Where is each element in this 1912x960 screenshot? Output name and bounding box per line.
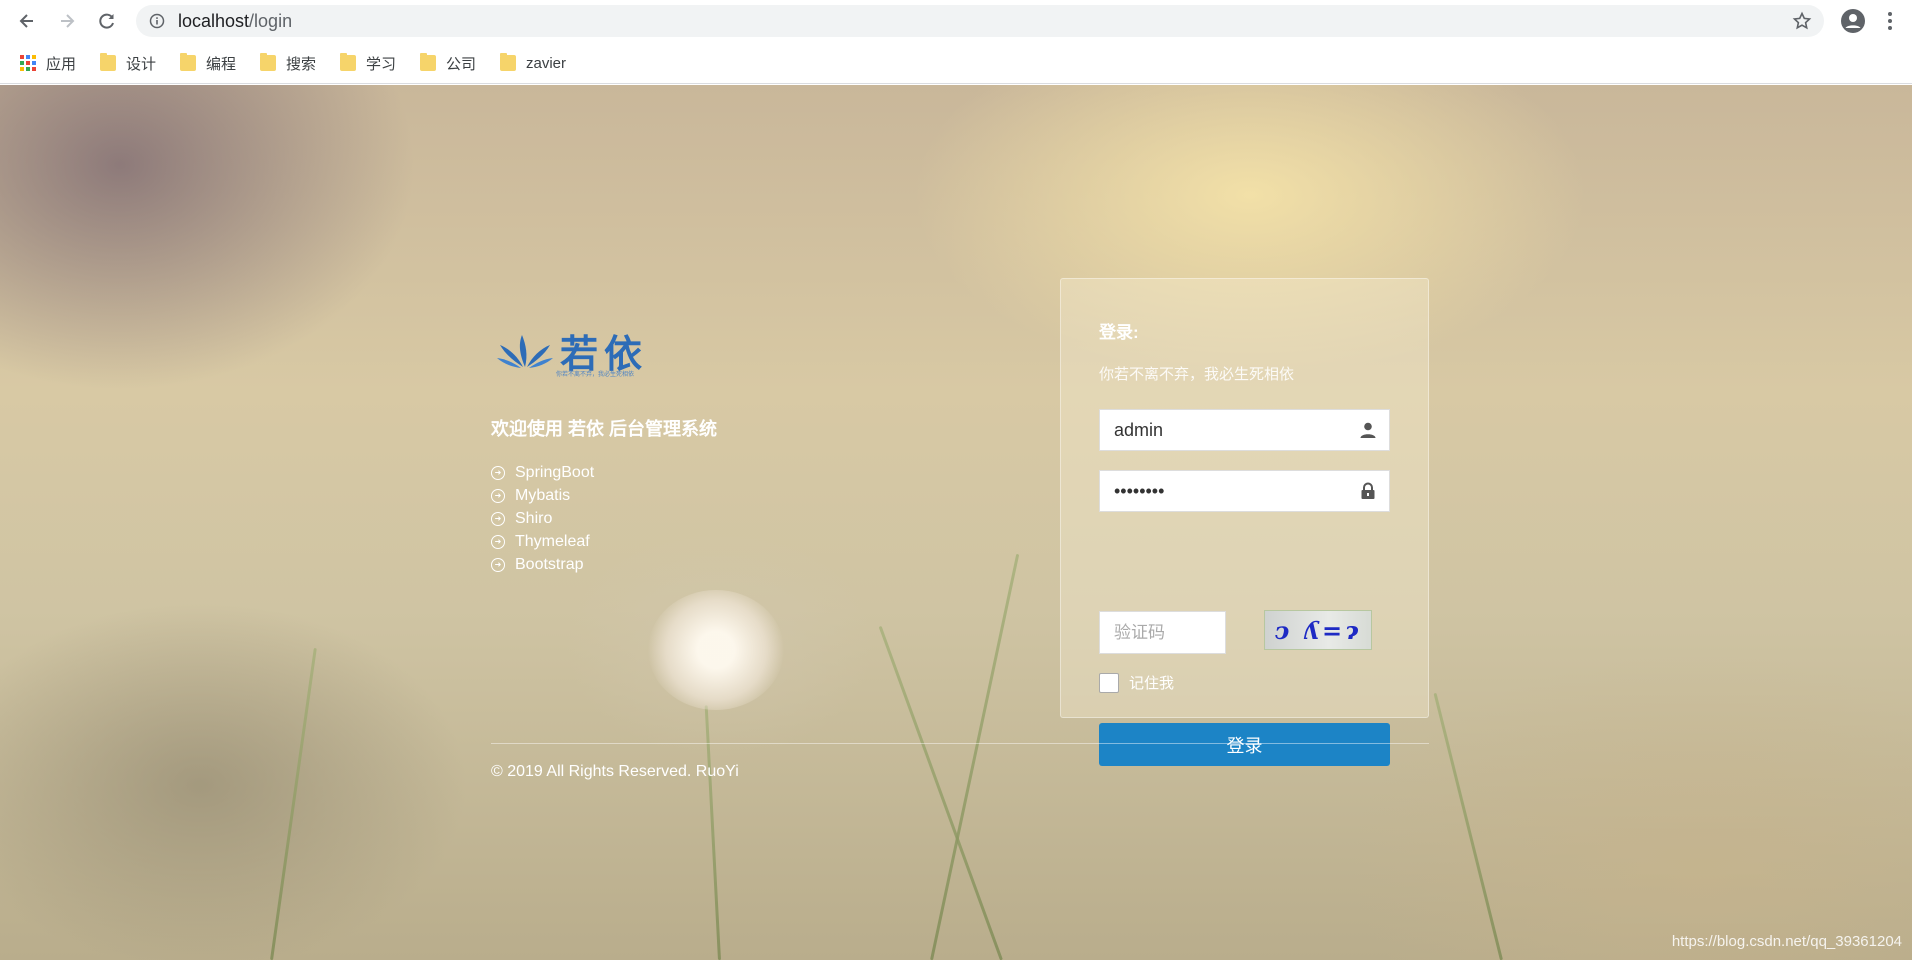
bookmark-folder-design[interactable]: 设计 (100, 53, 156, 73)
arrow-circle-icon: ➜ (491, 534, 505, 549)
lotus-logo-icon (497, 334, 553, 368)
welcome-heading: 欢迎使用 若依 后台管理系统 (491, 419, 718, 439)
bookmark-label: 编程 (206, 55, 237, 73)
username-field[interactable] (1100, 410, 1340, 450)
arrow-circle-icon: ➜ (491, 465, 505, 480)
list-item: ➜ Bootstrap (491, 553, 594, 576)
reload-icon[interactable] (94, 8, 120, 34)
bookmark-apps[interactable]: 应用 (20, 53, 76, 73)
forward-icon[interactable] (54, 8, 80, 34)
browser-toolbar: localhost/login (0, 0, 1912, 42)
captcha-input[interactable] (1100, 612, 1225, 653)
arrow-circle-icon: ➜ (491, 488, 505, 503)
login-page: 若依 你若不离不弃，我必生死相依 欢迎使用 若依 后台管理系统 ➜ SpringB… (0, 85, 1912, 960)
remember-label: 记住我 (1129, 675, 1175, 692)
footer-divider (491, 743, 1429, 744)
lock-icon (1361, 482, 1375, 499)
profile-icon[interactable] (1840, 8, 1866, 34)
list-item: ➜ Thymeleaf (491, 530, 594, 553)
bookmarks-bar: 应用 设计 编程 搜索 学习 公司 zavier (0, 42, 1912, 84)
password-field-wrapper (1099, 470, 1390, 512)
address-bar[interactable]: localhost/login (136, 5, 1824, 37)
remember-checkbox[interactable] (1099, 672, 1119, 693)
bookmark-label: 应用 (46, 55, 77, 73)
login-title: 登录: (1099, 323, 1139, 342)
login-button[interactable]: 登录 (1099, 723, 1390, 766)
folder-icon (500, 53, 516, 71)
bookmark-folder-study[interactable]: 学习 (340, 53, 396, 73)
user-icon (1360, 422, 1376, 438)
brand-tagline: 你若不离不弃，我必生死相依 (556, 372, 635, 378)
login-subtitle: 你若不离不弃，我必生死相依 (1099, 366, 1295, 383)
bookmark-star-icon[interactable] (1792, 11, 1812, 31)
bookmark-label: 公司 (446, 55, 477, 73)
bookmark-folder-company[interactable]: 公司 (420, 53, 476, 73)
folder-icon (180, 53, 196, 71)
copyright-text: © 2019 All Rights Reserved. RuoYi (491, 763, 739, 780)
folder-icon (340, 53, 356, 71)
login-panel: 登录: 你若不离不弃，我必生死相依 ↄ ʎ=ɂ 记住我 登录 (1060, 278, 1429, 766)
list-item: ➜ Mybatis (491, 484, 594, 507)
bookmark-folder-zavier[interactable]: zavier (500, 53, 566, 73)
captcha-image[interactable]: ↄ ʎ=ɂ (1264, 610, 1372, 650)
bookmark-label: 设计 (126, 55, 157, 73)
bookmark-label: zavier (526, 54, 567, 72)
username-field-wrapper (1099, 409, 1390, 451)
tech-list: ➜ SpringBoot ➜ Mybatis ➜ Shiro ➜ Thymeleaf ➜… (491, 461, 594, 576)
captcha-field-wrapper (1099, 611, 1226, 654)
captcha-text: ↄ ʎ=ɂ (1274, 615, 1362, 645)
arrow-circle-icon: ➜ (491, 511, 505, 526)
list-item: ➜ SpringBoot (491, 461, 594, 484)
bookmark-label: 学习 (366, 55, 397, 73)
brand-logo: 若依 你若不离不弃，我必生死相依 (496, 323, 648, 378)
bookmark-folder-search[interactable]: 搜索 (260, 53, 316, 73)
folder-icon (100, 53, 116, 71)
dandelion-seedhead (648, 590, 784, 710)
list-item: ➜ Shiro (491, 507, 594, 530)
bookmark-folder-programming[interactable]: 编程 (180, 53, 236, 73)
watermark-text: https://blog.csdn.net/qq_39361204 (1671, 933, 1902, 950)
kebab-menu-icon[interactable] (1880, 8, 1900, 34)
info-icon[interactable] (149, 13, 165, 29)
folder-icon (260, 53, 276, 71)
arrow-circle-icon: ➜ (491, 557, 505, 572)
bookmark-label: 搜索 (286, 55, 317, 73)
url-text: localhost/login (178, 11, 293, 31)
apps-grid-icon (20, 55, 36, 71)
back-icon[interactable] (14, 8, 40, 34)
remember-me[interactable]: 记住我 (1099, 672, 1174, 693)
password-field[interactable] (1100, 471, 1340, 511)
folder-icon (420, 53, 436, 71)
